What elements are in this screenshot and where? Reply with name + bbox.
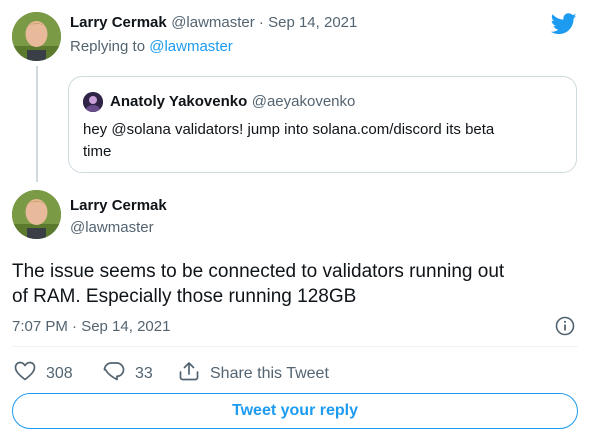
tweet-text-line-1: The issue seems to be connected to valid… [12,261,505,282]
author-name[interactable]: Larry Cermak [70,14,167,31]
main-author-name[interactable]: Larry Cermak [70,197,167,214]
info-icon[interactable] [555,316,575,341]
tweet-date[interactable]: Sep 14, 2021 [268,14,357,31]
quoted-text-line-2: time [83,143,112,160]
share-action[interactable]: Share this Tweet [178,361,329,386]
main-author-handle[interactable]: @lawmaster [70,219,154,236]
thread-line [36,66,38,182]
quoted-text-line-1: hey @solana validators! jump into solana… [83,121,495,138]
heart-icon [14,361,46,386]
share-label: Share this Tweet [210,364,329,382]
replying-to: Replying to @lawmaster [70,38,233,55]
tweet-text: The issue seems to be connected to valid… [12,259,578,309]
share-icon [178,361,210,386]
quoted-header: Anatoly Yakovenko @aeyakovenko [110,93,355,111]
tweet-timestamp[interactable]: 7:07 PM · Sep 14, 2021 [12,318,170,335]
quoted-author-handle: @aeyakovenko [251,93,356,110]
reply-icon [103,361,135,386]
date-separator: · [254,14,269,31]
tweet-text-line-2: of RAM. Especially those running 128GB [12,286,357,307]
avatar[interactable] [12,190,61,239]
quoted-author-name: Anatoly Yakovenko [110,93,248,110]
replying-to-handle[interactable]: @lawmaster [149,38,233,55]
like-action[interactable]: 308 [14,361,73,386]
twitter-bird-icon[interactable] [550,13,577,40]
quoted-avatar [83,92,103,112]
tweet-your-reply-button[interactable]: Tweet your reply [12,393,578,429]
reply-count: 33 [135,364,153,382]
quoted-text: hey @solana validators! jump into solana… [83,119,563,163]
replying-to-prefix: Replying to [70,38,150,55]
divider [12,346,578,347]
reply-action[interactable]: 33 [103,361,153,386]
reply-header: Larry Cermak @lawmaster · Sep 14, 2021 [70,14,357,32]
avatar[interactable] [12,12,61,61]
author-handle[interactable]: @lawmaster [171,14,255,31]
like-count: 308 [46,364,73,382]
